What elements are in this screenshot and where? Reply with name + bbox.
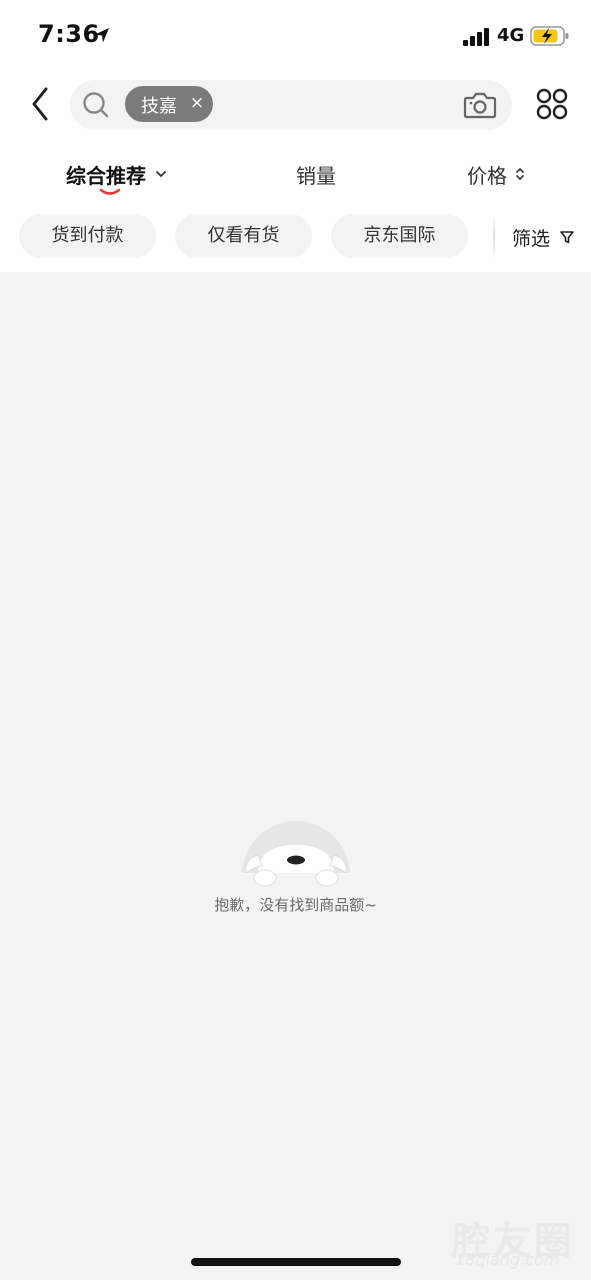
chevron-down-icon (156, 171, 166, 178)
funnel-icon (560, 231, 574, 244)
back-icon[interactable] (26, 86, 58, 122)
grid-menu-icon[interactable] (536, 88, 568, 120)
tab-sales-label: 销量 (296, 164, 336, 188)
tab-sales[interactable]: 销量 (296, 160, 336, 190)
active-tab-indicator (99, 188, 121, 195)
camera-icon[interactable] (463, 90, 497, 120)
tab-price-label: 价格 (467, 164, 507, 188)
watermark-url: 18qiang.com (455, 1250, 560, 1269)
filter-cash-on-delivery[interactable]: 货到付款 (19, 214, 156, 258)
sort-updown-icon (516, 167, 524, 181)
location-arrow-icon (95, 28, 109, 43)
filter-button[interactable]: 筛选 (512, 224, 550, 251)
tab-comprehensive[interactable]: 综合推荐 (66, 160, 146, 190)
tab-price[interactable]: 价格 (467, 160, 507, 190)
signal-icon (463, 28, 489, 46)
status-time: 7:36 (38, 20, 100, 48)
filter-divider (493, 214, 495, 260)
filter-jd-international[interactable]: 京东国际 (331, 214, 468, 258)
keyword-chip[interactable]: 技嘉 × (125, 86, 213, 122)
battery-charging-icon (530, 26, 569, 46)
tab-comprehensive-label: 综合推荐 (66, 164, 146, 188)
filter-in-stock[interactable]: 仅看有货 (175, 214, 312, 258)
chip-close-icon[interactable]: × (189, 92, 205, 114)
keyword-chip-label: 技嘉 (141, 96, 177, 117)
search-icon (83, 92, 109, 118)
empty-dog-illustration (242, 821, 350, 887)
home-indicator[interactable] (191, 1258, 401, 1266)
empty-message: 抱歉，没有找到商品额~ (214, 896, 377, 914)
network-label: 4G (497, 25, 525, 46)
